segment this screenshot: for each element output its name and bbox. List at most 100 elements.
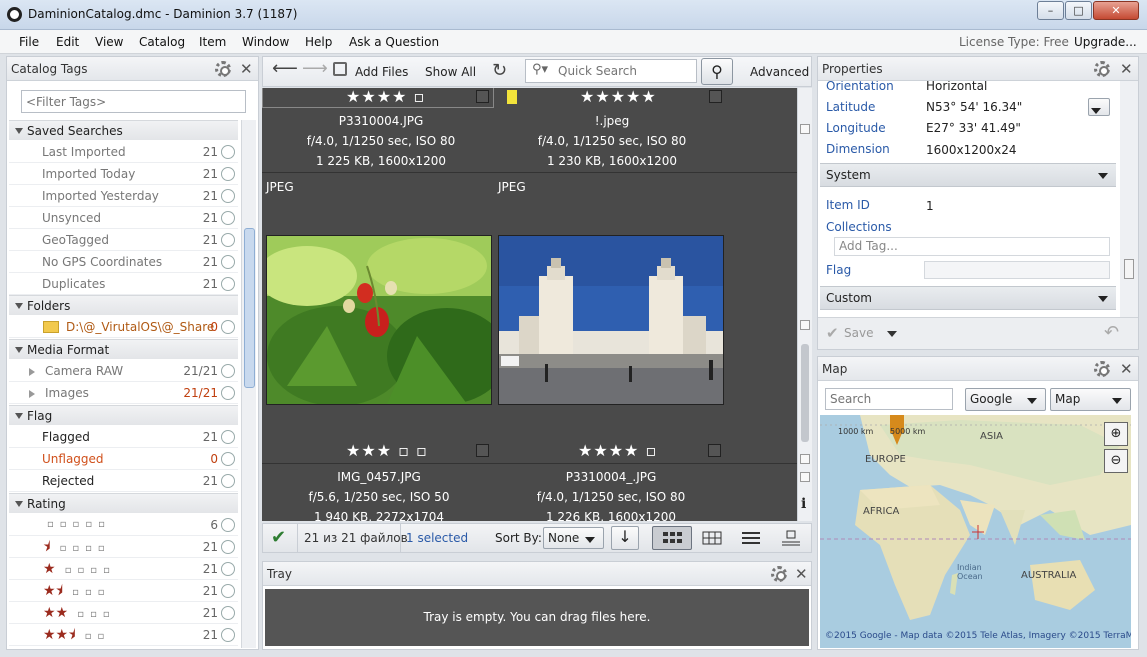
toggle-circle-icon[interactable] bbox=[221, 474, 235, 488]
properties-scrollbar[interactable] bbox=[1120, 81, 1138, 317]
latitude-dropdown[interactable] bbox=[1088, 98, 1110, 116]
close-icon[interactable]: ✕ bbox=[240, 57, 253, 81]
rating-row-1-5[interactable]: ★⯨ ▫▫▫ 21 bbox=[9, 580, 238, 602]
saved-search-duplicates[interactable]: Duplicates 21 bbox=[9, 273, 238, 295]
maximize-button[interactable]: □ bbox=[1065, 1, 1092, 20]
toggle-circle-icon[interactable] bbox=[221, 167, 235, 181]
undo-icon[interactable]: ↶ bbox=[1104, 322, 1119, 343]
toggle-circle-icon[interactable] bbox=[221, 255, 235, 269]
toggle-circle-icon[interactable] bbox=[221, 233, 235, 247]
toggle-circle-icon[interactable] bbox=[221, 540, 235, 554]
item-checkbox[interactable] bbox=[709, 90, 722, 103]
folder-item[interactable]: D:\@_VirutalOS\@_Share 0 bbox=[9, 316, 238, 338]
item-checkbox[interactable] bbox=[708, 444, 721, 457]
menu-ask-question[interactable]: Ask a Question bbox=[349, 35, 439, 49]
zoom-out-button[interactable]: ⊖ bbox=[1104, 449, 1128, 473]
grid-scrollbar[interactable]: i bbox=[797, 88, 812, 521]
thumbnail-strawberries[interactable] bbox=[266, 235, 492, 405]
item-rating-stars[interactable]: ★★★★ ▫ bbox=[578, 441, 657, 460]
map-type-select[interactable]: Map bbox=[1050, 388, 1131, 411]
item-checkbox[interactable] bbox=[476, 444, 489, 457]
menu-window[interactable]: Window bbox=[242, 35, 289, 49]
toggle-circle-icon[interactable] bbox=[221, 562, 235, 576]
toggle-circle-icon[interactable] bbox=[221, 320, 235, 334]
section-folders[interactable]: Folders bbox=[9, 295, 238, 315]
saved-search-imported-yesterday[interactable]: Imported Yesterday 21 bbox=[9, 185, 238, 207]
add-files-icon[interactable] bbox=[333, 62, 347, 76]
menu-view[interactable]: View bbox=[95, 35, 123, 49]
map-view[interactable]: 1000 km 5000 km ASIA EUROPE AFRICA India… bbox=[820, 415, 1131, 648]
flag-rejected[interactable]: Rejected 21 bbox=[9, 470, 238, 492]
zoom-in-button[interactable]: ⊕ bbox=[1104, 422, 1128, 446]
toggle-circle-icon[interactable] bbox=[221, 277, 235, 291]
filter-tags-input[interactable] bbox=[21, 90, 246, 113]
map-provider-select[interactable]: Google bbox=[965, 388, 1046, 411]
latitude-value[interactable]: N53° 54' 16.34" bbox=[926, 100, 1022, 114]
flag-unflagged[interactable]: Unflagged 0 bbox=[9, 448, 238, 470]
toggle-circle-icon[interactable] bbox=[221, 145, 235, 159]
forward-arrow-icon[interactable]: ⟶ bbox=[302, 58, 328, 79]
gear-icon[interactable] bbox=[771, 566, 787, 582]
tags-scrollbar[interactable] bbox=[241, 120, 256, 648]
toggle-circle-icon[interactable] bbox=[221, 628, 235, 642]
scroll-down-icon[interactable] bbox=[800, 454, 810, 464]
toggle-circle-icon[interactable] bbox=[221, 452, 235, 466]
rating-row-1[interactable]: ★ ▫▫▫▫ 21 bbox=[9, 558, 238, 580]
list-view-icon[interactable] bbox=[740, 530, 762, 546]
section-rating[interactable]: Rating bbox=[9, 493, 238, 513]
show-all-button[interactable]: Show All bbox=[425, 65, 476, 79]
quick-search-box[interactable]: ⚲▾ bbox=[525, 59, 697, 83]
expand-arrow-icon[interactable] bbox=[29, 390, 35, 398]
save-button[interactable]: Save bbox=[844, 326, 873, 340]
section-saved-searches[interactable]: Saved Searches bbox=[9, 120, 238, 140]
saved-search-geotagged[interactable]: GeoTagged 21 bbox=[9, 229, 238, 251]
section-media-format[interactable]: Media Format bbox=[9, 339, 238, 359]
save-dropdown-icon[interactable] bbox=[887, 331, 897, 337]
orientation-value[interactable]: Horizontal bbox=[926, 81, 987, 93]
menu-item[interactable]: Item bbox=[199, 35, 226, 49]
menu-file[interactable]: File bbox=[19, 35, 39, 49]
toggle-circle-icon[interactable] bbox=[221, 606, 235, 620]
gear-icon[interactable] bbox=[1094, 361, 1110, 377]
filmstrip-view-icon[interactable] bbox=[780, 529, 802, 547]
menu-help[interactable]: Help bbox=[305, 35, 332, 49]
info-icon[interactable]: i bbox=[801, 496, 806, 512]
tray-drop-area[interactable]: Tray is empty. You can drag files here. bbox=[265, 589, 809, 646]
rating-row-half[interactable]: ⯨ ▫▫▫▫ 21 bbox=[9, 536, 238, 558]
system-section[interactable]: System bbox=[820, 163, 1116, 187]
close-button[interactable]: ✕ bbox=[1093, 1, 1139, 20]
close-icon[interactable]: ✕ bbox=[1120, 357, 1133, 381]
upgrade-link[interactable]: Upgrade... bbox=[1074, 35, 1137, 49]
add-tag-input[interactable]: Add Tag... bbox=[834, 237, 1110, 256]
back-arrow-icon[interactable]: ⟵ bbox=[272, 58, 298, 79]
advanced-search-button[interactable]: Advanced bbox=[750, 65, 809, 79]
toggle-circle-icon[interactable] bbox=[221, 364, 235, 378]
toggle-circle-icon[interactable] bbox=[221, 211, 235, 225]
view-thumbnails-button[interactable] bbox=[652, 526, 692, 550]
rating-row-2-5[interactable]: ★★⯨ ▫▫ 21 bbox=[9, 624, 238, 646]
close-icon[interactable]: ✕ bbox=[1120, 57, 1133, 81]
scrollbar-thumb[interactable] bbox=[244, 228, 255, 388]
toggle-circle-icon[interactable] bbox=[221, 430, 235, 444]
checkmark-icon[interactable]: ✔ bbox=[271, 527, 286, 548]
search-button[interactable]: ⚲ bbox=[701, 58, 733, 85]
section-flag[interactable]: Flag bbox=[9, 405, 238, 425]
media-camera-raw[interactable]: Camera RAW 21/21 bbox=[9, 360, 238, 382]
close-icon[interactable]: ✕ bbox=[795, 562, 808, 586]
flag-field[interactable] bbox=[924, 261, 1110, 279]
custom-section[interactable]: Custom bbox=[820, 286, 1116, 310]
add-files-button[interactable]: Add Files bbox=[355, 65, 408, 79]
expand-arrow-icon[interactable] bbox=[29, 368, 35, 376]
item-rating-stars[interactable]: ★★★ ▫ ▫ bbox=[346, 441, 428, 460]
gear-icon[interactable] bbox=[1094, 61, 1110, 77]
saved-search-no-gps[interactable]: No GPS Coordinates 21 bbox=[9, 251, 238, 273]
rating-row-0[interactable]: ▫▫▫▫▫ 6 bbox=[9, 514, 238, 536]
item-rating-stars[interactable]: ★★★★ ▫ bbox=[346, 88, 425, 106]
sort-by-select[interactable]: None bbox=[543, 527, 604, 549]
sort-direction-button[interactable]: ↓ bbox=[611, 526, 639, 550]
saved-search-last-imported[interactable]: Last Imported 21 bbox=[9, 141, 238, 163]
scroll-marker-icon[interactable] bbox=[800, 320, 810, 330]
toggle-circle-icon[interactable] bbox=[221, 189, 235, 203]
scrollbar-thumb[interactable] bbox=[801, 344, 809, 442]
rating-row-2[interactable]: ★★ ▫▫▫ 21 bbox=[9, 602, 238, 624]
